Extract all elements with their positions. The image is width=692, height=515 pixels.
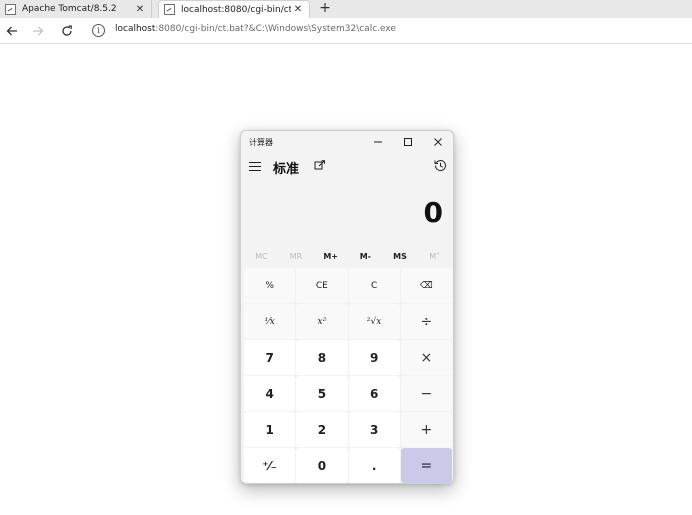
reload-button[interactable] — [57, 21, 77, 41]
memory-button-mc[interactable]: MC — [244, 248, 279, 266]
digit-4-button[interactable]: 4 — [244, 376, 296, 411]
memory-button-mplus[interactable]: M+ — [313, 248, 348, 266]
digit-1-button[interactable]: 1 — [244, 412, 296, 447]
maximize-button[interactable] — [395, 133, 421, 151]
forward-arrow-icon — [33, 26, 44, 36]
subtract-button[interactable]: − — [400, 376, 452, 411]
close-button[interactable] — [425, 133, 451, 151]
site-info-icon[interactable]: i — [92, 24, 105, 37]
tab-close-icon[interactable]: ✕ — [133, 4, 147, 15]
tab-strip: Apache Tomcat/8.5.2 ✕ localhost:8080/cgi… — [0, 0, 692, 18]
keep-on-top-icon[interactable] — [314, 160, 326, 171]
keypad: % CE C ⌫ ¹⁄x x² ²√x ÷ 7 8 9 × 4 5 6− 1 2 3 + ⁺⁄₋ 0. = — [244, 268, 452, 483]
percent-button[interactable]: % — [244, 268, 296, 303]
digit-8-button[interactable]: 8 — [296, 340, 348, 375]
memory-button-mminus[interactable]: M- — [348, 248, 383, 266]
history-icon[interactable] — [434, 159, 447, 172]
negate-button[interactable]: ⁺⁄₋ — [244, 448, 296, 483]
app-title: 计算器 — [249, 138, 273, 147]
address-bar[interactable]: localhost:8080/cgi-bin/ct.bat?&C:\Window… — [115, 24, 396, 34]
memory-button-mr[interactable]: MR — [279, 248, 314, 266]
divide-button[interactable]: ÷ — [400, 304, 452, 339]
digit-9-button[interactable]: 9 — [348, 340, 400, 375]
digit-0-button[interactable]: 0 — [296, 448, 348, 483]
result-display: 0 — [423, 196, 443, 229]
minimize-button[interactable] — [365, 133, 391, 151]
square-button[interactable]: x² — [296, 304, 348, 339]
memory-button-ms[interactable]: MS — [383, 248, 418, 266]
close-icon — [434, 138, 442, 146]
digit-5-button[interactable]: 5 — [296, 376, 348, 411]
backspace-button[interactable]: ⌫ — [400, 268, 452, 303]
tab-cgi-bin[interactable]: localhost:8080/cgi-bin/ct.bat?&C ✕ — [158, 0, 310, 18]
maximize-icon — [404, 138, 412, 146]
digit-7-button[interactable]: 7 — [244, 340, 296, 375]
back-arrow-icon — [6, 26, 17, 36]
tomcat-favicon-icon — [164, 4, 175, 15]
forward-button[interactable] — [28, 21, 48, 41]
tab-apache-tomcat[interactable]: Apache Tomcat/8.5.2 ✕ — [0, 0, 152, 18]
digit-6-button[interactable]: 6 — [348, 376, 400, 411]
tab-close-icon[interactable]: ✕ — [291, 4, 305, 15]
tab-title: Apache Tomcat/8.5.2 — [22, 4, 117, 14]
address-host: localhost — [115, 24, 156, 34]
decimal-button[interactable]: . — [348, 448, 400, 483]
digit-2-button[interactable]: 2 — [296, 412, 348, 447]
reciprocal-button[interactable]: ¹⁄x — [244, 304, 296, 339]
equals-button[interactable]: = — [400, 448, 452, 483]
multiply-button[interactable]: × — [400, 340, 452, 375]
menu-icon[interactable] — [249, 162, 261, 171]
calculator-window: 计算器 标准 0 MC MR M+ M- MS M˅ % CE C ⌫ ¹⁄x x² ²√x ÷ 7 8 9 ×… — [240, 130, 454, 484]
sqrt-button[interactable]: ²√x — [348, 304, 400, 339]
memory-row: MC MR M+ M- MS M˅ — [244, 248, 452, 266]
digit-3-button[interactable]: 3 — [348, 412, 400, 447]
tomcat-favicon-icon — [5, 3, 16, 15]
new-tab-button[interactable]: + — [316, 0, 334, 18]
reload-icon — [62, 25, 72, 36]
mode-title: 标准 — [273, 162, 300, 177]
minimize-icon — [374, 141, 382, 143]
back-button[interactable] — [2, 21, 22, 41]
address-path: :8080/cgi-bin/ct.bat?&C:\Windows\System3… — [155, 24, 396, 34]
clear-button[interactable]: C — [348, 268, 400, 303]
memory-button-m[interactable]: M˅ — [417, 248, 452, 266]
navigation-bar: i localhost:8080/cgi-bin/ct.bat?&C:\Wind… — [0, 18, 692, 44]
clear-entry-button[interactable]: CE — [296, 268, 348, 303]
add-button[interactable]: + — [400, 412, 452, 447]
calculator-title-bar[interactable]: 计算器 — [241, 131, 453, 153]
tab-title: localhost:8080/cgi-bin/ct.bat?&C — [181, 4, 291, 15]
